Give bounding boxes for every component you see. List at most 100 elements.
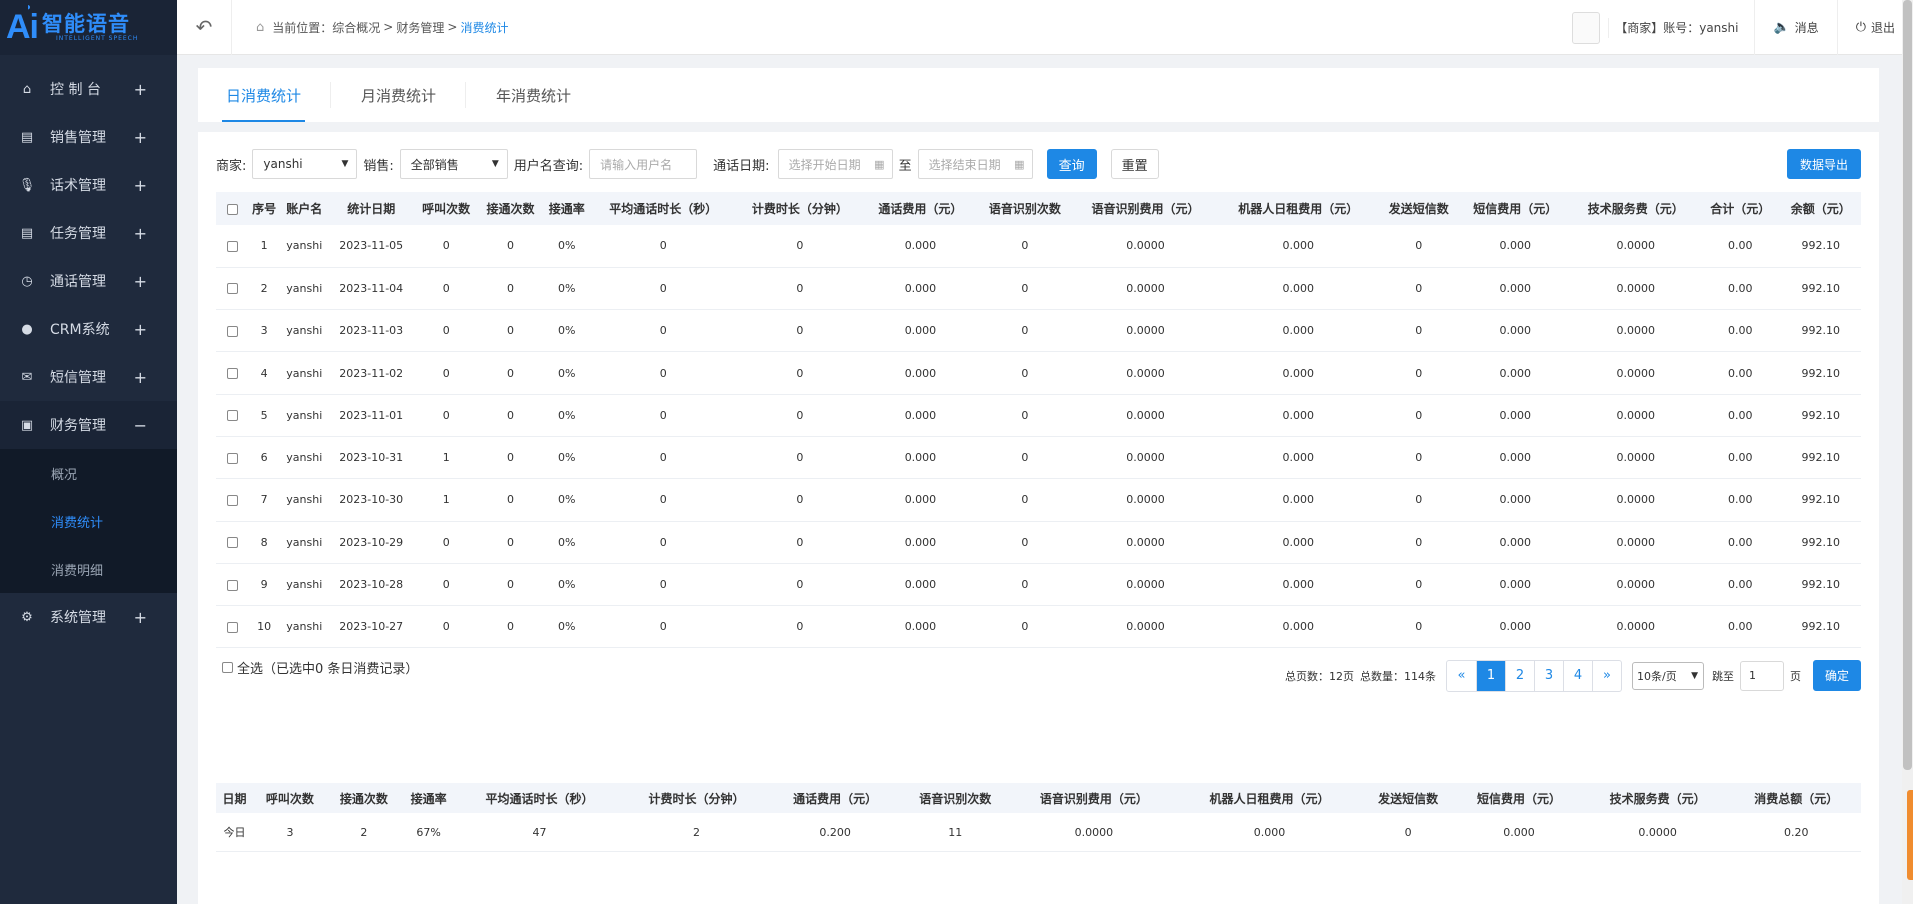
header-checkbox[interactable] [226, 203, 238, 215]
sidebar-subitem-consumption-detail[interactable]: 消费明细 [0, 545, 177, 593]
tab-daily[interactable]: 日消费统计 [221, 68, 306, 122]
row-checkbox[interactable] [226, 368, 238, 380]
table-cell: 0 [414, 351, 479, 395]
row-checkbox[interactable] [226, 410, 238, 422]
page-button[interactable]: 4 [1563, 660, 1592, 691]
table-cell: 0.000 [864, 309, 977, 353]
page-button[interactable]: 3 [1534, 660, 1563, 691]
summary-col-header: 语音识别次数 [899, 783, 1011, 814]
avatar[interactable] [1572, 11, 1601, 44]
tab-monthly[interactable]: 月消费统计 [361, 68, 436, 122]
sidebar-item-crm[interactable]: ● CRM系统 + [0, 305, 177, 353]
col-header: 短信费用（元） [1458, 192, 1572, 225]
row-checkbox[interactable] [226, 325, 238, 337]
scrollbar[interactable] [1902, 0, 1913, 904]
row-checkbox[interactable] [226, 452, 238, 464]
speaker-icon: 🔈 [1773, 20, 1790, 35]
page-button[interactable]: 1 [1476, 660, 1505, 691]
prev-page-button[interactable]: « [1447, 661, 1476, 691]
table-cell: 2023-10-31 [328, 436, 415, 480]
phone-clock-icon: ◷ [21, 273, 33, 289]
breadcrumb-finance[interactable]: 财务管理 [396, 19, 444, 36]
select-all[interactable]: 全选（已选中0 条日消费记录） [216, 658, 418, 677]
table-row: 1 yanshi 2023-11-05 0 0 0% 0 0 0.000 0 0.0000 0.000… [216, 225, 1861, 268]
sidebar-item-sms[interactable]: ✉ 短信管理 + [0, 353, 177, 401]
table-cell: yanshi [280, 521, 329, 564]
table-cell: 0.00 [1700, 394, 1781, 437]
table-cell: 0 [478, 436, 543, 480]
table-cell: 1 [414, 436, 479, 480]
table-cell: 1 [414, 478, 479, 522]
sidebar-item-console[interactable]: ⌂ 控 制 台 + [0, 65, 177, 113]
table-cell: 0 [976, 521, 1074, 564]
sidebar-item-script[interactable]: 🎙 话术管理 + [0, 161, 177, 209]
goto-confirm-button[interactable]: 确定 [1813, 660, 1861, 692]
calendar-icon: ▦ [874, 157, 885, 171]
table-cell: 0 [735, 521, 865, 564]
page-button[interactable]: 2 [1505, 660, 1534, 691]
pagination: 总页数：12页 总数量：114条 « 1 2 3 4 » 10条/页 ▼ 跳至 1… [1285, 659, 1861, 692]
sidebar-item-finance[interactable]: ▣ 财务管理 − [0, 401, 177, 449]
table-cell: 2023-10-28 [328, 563, 415, 607]
next-page-button[interactable]: » [1592, 660, 1621, 691]
sidebar-item-tasks[interactable]: ▤ 任务管理 + [0, 209, 177, 257]
sidebar-item-sales[interactable]: ▤ 销售管理 + [0, 113, 177, 161]
table-row: 8 yanshi 2023-10-29 0 0 0% 0 0 0.000 0 0.0000 0.000… [216, 521, 1861, 564]
row-checkbox[interactable] [226, 621, 238, 633]
table-cell: 0 [414, 225, 479, 268]
scrollbar-thumb[interactable] [1903, 0, 1912, 770]
table-cell: yanshi [280, 351, 329, 395]
reset-button[interactable]: 重置 [1110, 149, 1159, 179]
message-button[interactable]: 🔈 消息 [1754, 0, 1836, 55]
logo[interactable]: Ai ◗ 智能语音 INTELLIGENT SPEECH [0, 0, 177, 55]
table-cell: 992.10 [1780, 225, 1861, 268]
tab-bar: 日消费统计 月消费统计 年消费统计 [198, 68, 1879, 122]
end-date-input[interactable]: 选择结束日期 ▦ [917, 149, 1033, 179]
table-cell: 0.000 [1458, 267, 1572, 311]
table-row: 3 yanshi 2023-11-03 0 0 0% 0 0 0.000 0 0.0000 0.000… [216, 309, 1861, 353]
table-cell: 0 [478, 351, 543, 395]
sidebar-item-system[interactable]: ⚙ 系统管理 + [0, 593, 177, 641]
back-button[interactable]: ↶ [177, 0, 232, 55]
table-cell: 0 [414, 394, 479, 437]
row-checkbox[interactable] [226, 579, 238, 591]
query-button[interactable]: 查询 [1046, 149, 1097, 179]
row-checkbox[interactable] [226, 494, 238, 506]
table-cell: 0 [590, 605, 736, 649]
side-widget-tab[interactable] [1907, 790, 1913, 880]
select-all-checkbox[interactable] [222, 662, 233, 674]
tab-yearly[interactable]: 年消费统计 [496, 68, 571, 122]
sales-select[interactable]: 全部销售 ▼ [399, 149, 508, 179]
username-input[interactable]: 请输入用户名 [589, 149, 698, 179]
page-size-select[interactable]: 10条/页 ▼ [1632, 661, 1704, 690]
row-checkbox[interactable] [226, 240, 238, 252]
table-cell: 992.10 [1780, 478, 1861, 522]
goto-page-input[interactable]: 1 [1740, 660, 1784, 691]
table-cell: 0.000 [1217, 351, 1379, 395]
row-checkbox[interactable] [226, 283, 238, 295]
total-count: 总数量：114条 [1360, 669, 1436, 683]
table-cell: 0.000 [1458, 309, 1572, 353]
summary-row: 今日 3 2 67% 47 2 0.200 11 0.0000 0.000 0 0.000 0.0000… [216, 813, 1861, 852]
table-cell: 0.000 [1217, 309, 1379, 353]
summary-col-header: 接通率 [400, 783, 457, 814]
table-cell: 0 [735, 225, 865, 268]
table-cell: 1 [248, 225, 281, 268]
summary-cell: 2 [622, 813, 771, 852]
sidebar-subitem-consumption-stats[interactable]: 消费统计 [0, 497, 177, 545]
total-pages: 总页数：12页 [1285, 669, 1354, 683]
table-cell: 0.00 [1700, 225, 1781, 268]
sidebar-item-calls[interactable]: ◷ 通话管理 + [0, 257, 177, 305]
table-cell: 7 [248, 478, 281, 522]
export-button[interactable]: 数据导出 [1787, 149, 1861, 179]
account-label: 【商家】账号：yanshi [1608, 17, 1754, 38]
table-cell: yanshi [280, 563, 329, 607]
merchant-select[interactable]: yanshi ▼ [252, 149, 358, 179]
breadcrumb-overview[interactable]: 综合概况 [332, 19, 380, 36]
sidebar-subitem-overview[interactable]: 概况 [0, 449, 177, 497]
table-row: 5 yanshi 2023-11-01 0 0 0% 0 0 0.000 0 0.0000 0.000… [216, 394, 1861, 437]
table-cell: 0.000 [864, 478, 977, 522]
table-cell: 0.0000 [1571, 351, 1701, 395]
row-checkbox[interactable] [226, 537, 238, 549]
start-date-input[interactable]: 选择开始日期 ▦ [777, 149, 893, 179]
